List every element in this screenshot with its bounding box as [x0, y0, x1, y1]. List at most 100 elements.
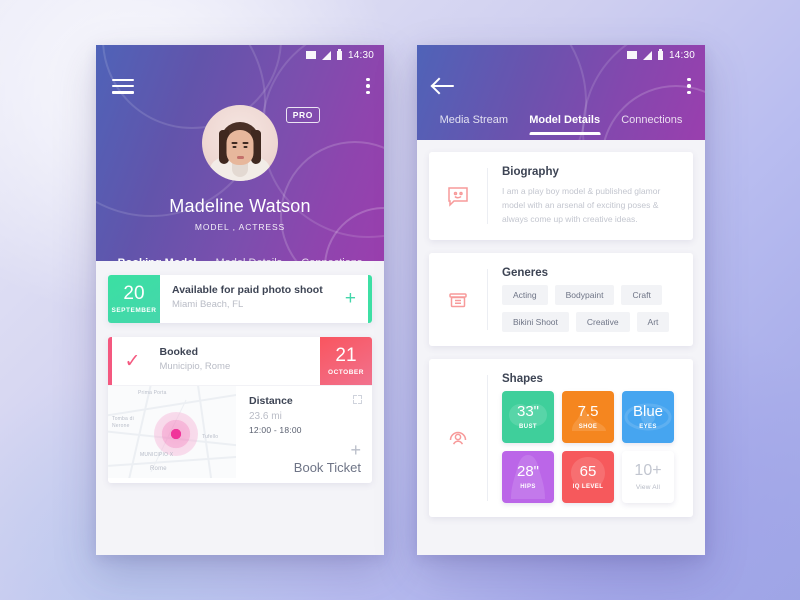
- right-content: Biography I am a play boy model & publis…: [417, 140, 705, 542]
- wifi-icon: [626, 51, 637, 59]
- shape-tile-iq[interactable]: 65 IQ LEVEL: [562, 451, 614, 504]
- book-ticket-label[interactable]: Book Ticket: [249, 460, 361, 475]
- tab-booking-model[interactable]: Booking Model: [118, 257, 197, 261]
- biography-title: Biography: [502, 166, 559, 178]
- tab-media-stream[interactable]: Media Stream: [440, 114, 508, 135]
- genre-tag[interactable]: Craft: [621, 285, 662, 306]
- booked-details: Prima Porta Tomba di Nerone Tufello MUNI…: [108, 385, 372, 483]
- booked-title: Booked: [159, 346, 199, 358]
- person-icon: [429, 373, 487, 503]
- distance-title: Distance: [249, 395, 293, 407]
- shape-tile-hips[interactable]: 28" HIPS: [502, 451, 554, 504]
- genre-tag[interactable]: Bodypaint: [554, 285, 615, 306]
- shapes-card: Shapes 33" BUST 7.5 SHOE Blue: [429, 359, 693, 518]
- map-label: MUNICIPIO X: [140, 452, 174, 458]
- back-arrow-icon[interactable]: [433, 77, 455, 95]
- shapes-body: Shapes 33" BUST 7.5 SHOE Blue: [488, 373, 680, 504]
- shape-label: View All: [635, 484, 661, 492]
- battery-icon: [336, 48, 342, 60]
- biography-text: I am a play boy model & published glamor…: [502, 186, 661, 225]
- availability-location: Miami Beach, FL: [172, 299, 244, 310]
- left-content: 20 SEPTEMBER Available for paid photo sh…: [96, 261, 384, 497]
- genre-tag[interactable]: Art: [636, 312, 670, 333]
- book-ticket-action[interactable]: + Book Ticket: [249, 441, 361, 475]
- availability-title: Available for paid photo shoot: [172, 284, 323, 296]
- shapes-grid: 33" BUST 7.5 SHOE Blue EYES: [502, 391, 680, 504]
- smiley-speech-bubble-icon: [429, 166, 487, 226]
- shape-tile-view-all[interactable]: 10+ View All: [622, 451, 674, 504]
- availability-text: Available for paid photo shoot Miami Bea…: [160, 275, 333, 323]
- availability-date: 20 SEPTEMBER: [108, 275, 160, 323]
- status-bar: 14:30: [96, 45, 384, 65]
- phone-screen-booking: 14:30 PRO Madeline Watson MODEL , ACTRES…: [96, 45, 384, 555]
- booked-day: 21: [335, 345, 357, 366]
- biography-card: Biography I am a play boy model & publis…: [429, 152, 693, 241]
- booked-location: Municipio, Rome: [159, 361, 231, 372]
- left-header-bar: [96, 65, 384, 101]
- availability-day: 20: [123, 283, 145, 304]
- right-header-bar: [417, 65, 705, 101]
- right-header: 14:30 Media Stream Model Details Connect…: [417, 45, 705, 140]
- map-label: Rome: [150, 466, 167, 472]
- tab-model-details[interactable]: Model Details: [529, 114, 600, 135]
- booked-date: 21 OCTOBER: [320, 337, 372, 385]
- status-badge-pro: PRO: [285, 107, 320, 123]
- plus-icon[interactable]: +: [333, 275, 368, 323]
- check-icon: ✓: [124, 350, 141, 372]
- shape-tile-eyes[interactable]: Blue EYES: [622, 391, 674, 444]
- map-label: Tufello: [202, 434, 219, 440]
- shape-tile-shoe[interactable]: 7.5 SHOE: [562, 391, 614, 444]
- plus-icon[interactable]: +: [249, 441, 361, 459]
- left-header: 14:30 PRO Madeline Watson MODEL , ACTRES…: [96, 45, 384, 261]
- time-range: 12:00 - 18:00: [249, 425, 302, 435]
- archive-list-icon: [429, 267, 487, 332]
- battery-icon: [657, 48, 663, 60]
- avatar-face: [219, 122, 261, 172]
- booked-card: ✓ Booked Municipio, Rome 21 OCTOBER Prim…: [108, 337, 372, 483]
- left-tab-bar: Booking Model Model Details Connections: [96, 244, 384, 261]
- availability-card[interactable]: 20 SEPTEMBER Available for paid photo sh…: [108, 275, 372, 323]
- shapes-title: Shapes: [502, 373, 543, 386]
- genre-tag[interactable]: Bikini Shoot: [502, 312, 569, 333]
- hamburger-menu-icon[interactable]: [112, 78, 134, 94]
- tab-connections[interactable]: Connections: [301, 257, 362, 261]
- availability-accent-bar: [368, 275, 372, 323]
- biography-body: Biography I am a play boy model & publis…: [488, 166, 680, 226]
- kebab-menu-icon[interactable]: [366, 77, 370, 95]
- genres-body: Generes Acting Bodypaint Craft Bikini Sh…: [488, 267, 680, 333]
- tab-model-details[interactable]: Model Details: [216, 257, 283, 261]
- expand-icon[interactable]: [353, 395, 362, 404]
- profile-block: PRO Madeline Watson MODEL , ACTRESS: [96, 105, 384, 232]
- status-time: 14:30: [347, 49, 374, 61]
- tab-connections[interactable]: Connections: [621, 114, 682, 135]
- signal-icon: [321, 50, 331, 60]
- genre-tag-list: Acting Bodypaint Craft Bikini Shoot Crea…: [502, 285, 680, 333]
- map-label: Prima Porta: [138, 390, 167, 396]
- distance-value: 23.6 mi: [249, 411, 282, 422]
- booked-header[interactable]: ✓ Booked Municipio, Rome 21 OCTOBER: [108, 337, 372, 385]
- genres-title: Generes: [502, 267, 549, 280]
- shape-value: 10+: [634, 462, 662, 480]
- location-radar-icon: [154, 412, 198, 456]
- wifi-icon: [305, 51, 316, 59]
- profile-role: MODEL , ACTRESS: [194, 222, 286, 232]
- map-preview[interactable]: Prima Porta Tomba di Nerone Tufello MUNI…: [108, 386, 236, 478]
- booked-text: Booked Municipio, Rome: [154, 337, 321, 385]
- page-title: Madeline Watson: [169, 196, 311, 216]
- right-tab-bar: Media Stream Model Details Connections: [417, 101, 705, 135]
- availability-month: SEPTEMBER: [111, 307, 157, 314]
- avatar-wrapper: PRO: [202, 105, 320, 181]
- kebab-menu-icon[interactable]: [687, 77, 691, 95]
- avatar[interactable]: [202, 105, 278, 181]
- signal-icon: [642, 50, 652, 60]
- genres-card: Generes Acting Bodypaint Craft Bikini Sh…: [429, 253, 693, 347]
- booked-month: OCTOBER: [328, 369, 364, 376]
- phone-screen-model-details: 14:30 Media Stream Model Details Connect…: [417, 45, 705, 555]
- status-bar: 14:30: [417, 45, 705, 65]
- avatar-skin: [226, 130, 254, 165]
- genre-tag[interactable]: Acting: [502, 285, 548, 306]
- genre-tag[interactable]: Creative: [575, 312, 630, 333]
- map-label: Tomba di Nerone: [112, 416, 134, 429]
- status-time: 14:30: [668, 49, 695, 61]
- shape-tile-bust[interactable]: 33" BUST: [502, 391, 554, 444]
